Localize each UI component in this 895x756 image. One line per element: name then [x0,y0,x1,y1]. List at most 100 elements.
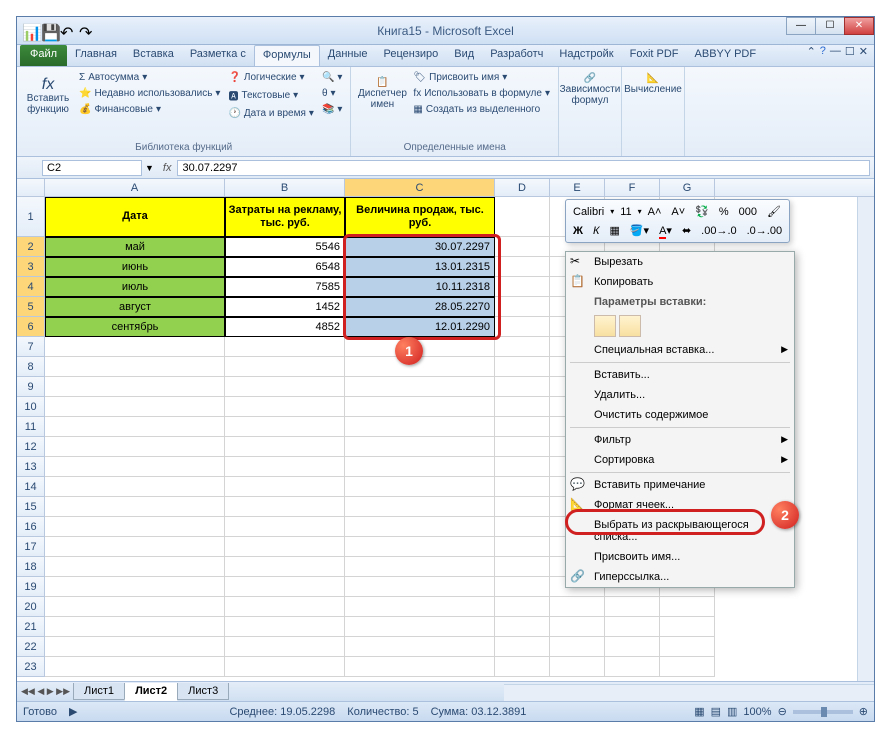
row-header[interactable]: 17 [17,537,45,557]
use-formula-button[interactable]: fxИспользовать в формуле ▾ [410,86,553,101]
cm-assign-name[interactable]: Присвоить имя... [566,547,794,567]
cm-delete[interactable]: Удалить... [566,385,794,405]
tab-formulas[interactable]: Формулы [254,45,320,66]
col-header-E[interactable]: E [550,179,605,196]
row-header[interactable]: 3 [17,257,45,277]
col-header-D[interactable]: D [495,179,550,196]
window-close-icon[interactable]: ✕ [859,45,868,58]
window-min-icon[interactable]: — [830,45,841,58]
zoom-slider[interactable] [793,710,853,714]
autosum-button[interactable]: ΣАвтосумма ▾ [76,70,223,85]
sheet-tab-2[interactable]: Лист2 [124,683,178,701]
row-header[interactable]: 5 [17,297,45,317]
row-header[interactable]: 11 [17,417,45,437]
size-combo[interactable]: 11 [616,204,635,220]
formula-input[interactable] [177,160,870,176]
cell[interactable]: Величина продаж, тыс. руб. [345,197,495,237]
comma-icon[interactable]: 000 [735,204,761,220]
worksheet[interactable]: A B C D E F G 1 Дата Затраты на рекламу,… [17,179,874,699]
cm-filter[interactable]: Фильтр▶ [566,430,794,450]
dropdown-icon[interactable]: ▼ [142,163,157,173]
row-header[interactable]: 4 [17,277,45,297]
cm-sort[interactable]: Сортировка▶ [566,450,794,470]
vertical-scrollbar[interactable] [857,197,874,699]
dec-decimal-icon[interactable]: .00→.0 [697,223,740,239]
insert-function-button[interactable]: fx Вставить функцию [22,70,74,121]
row-header[interactable]: 23 [17,657,45,677]
row-header[interactable]: 7 [17,337,45,357]
accounting-icon[interactable]: 💱 [691,203,713,220]
create-selection-button[interactable]: ▦Создать из выделенного [410,102,553,117]
row-header[interactable]: 21 [17,617,45,637]
logical-button[interactable]: ❓Логические ▾ [225,70,317,85]
close-button[interactable]: ✕ [844,17,874,35]
tab-layout[interactable]: Разметка с [182,45,254,66]
formula-deps-button[interactable]: 🔗 Зависимости формул [564,70,616,109]
lookup-button[interactable]: 🔍▾ [319,70,345,85]
tab-foxit[interactable]: Foxit PDF [622,45,687,66]
col-header-C[interactable]: C [345,179,495,196]
cm-paste-special[interactable]: Специальная вставка...▶ [566,340,794,360]
more-button[interactable]: 📚▾ [319,102,345,117]
cell[interactable]: 7585 [225,277,345,297]
sheet-tab-1[interactable]: Лист1 [73,683,125,700]
tab-review[interactable]: Рецензиро [376,45,447,66]
sheet-nav[interactable]: ◀◀ ◀ ▶ ▶▶ [17,686,74,697]
tab-view[interactable]: Вид [446,45,482,66]
col-header-F[interactable]: F [605,179,660,196]
format-painter-icon[interactable]: 🖌 [763,203,785,220]
row-header[interactable]: 8 [17,357,45,377]
cell[interactable]: 12.01.2290 [345,317,495,337]
paste-option-2[interactable] [619,315,641,337]
cell[interactable]: август [45,297,225,317]
macro-icon[interactable]: ▶ [69,705,77,718]
name-manager-button[interactable]: 📋 Диспетчер имен [356,70,408,117]
sheet-tab-3[interactable]: Лист3 [177,683,229,700]
assign-name-button[interactable]: 🏷Присвоить имя ▾ [410,70,553,85]
row-header[interactable]: 2 [17,237,45,257]
select-all-corner[interactable] [17,179,45,196]
file-tab[interactable]: Файл [20,45,67,66]
recent-button[interactable]: ⭐Недавно использовались ▾ [76,86,223,101]
calculation-button[interactable]: 📐 Вычисление [627,70,679,98]
paste-option-1[interactable] [594,315,616,337]
zoom-level[interactable]: 100% [743,706,771,718]
tab-developer[interactable]: Разработч [482,45,551,66]
border-icon[interactable]: ▦ [605,222,623,239]
row-header[interactable]: 19 [17,577,45,597]
cell[interactable]: 13.01.2315 [345,257,495,277]
minimize-ribbon-icon[interactable]: ⌃ [807,45,816,58]
row-header[interactable]: 9 [17,377,45,397]
cell[interactable]: 4852 [225,317,345,337]
window-restore-icon[interactable]: ☐ [845,45,855,58]
row-header[interactable]: 20 [17,597,45,617]
cell[interactable]: май [45,237,225,257]
cell[interactable]: июнь [45,257,225,277]
datetime-button[interactable]: 🕐Дата и время ▾ [225,106,317,121]
row-header[interactable]: 18 [17,557,45,577]
redo-icon[interactable]: ↷ [79,23,95,39]
row-header[interactable]: 12 [17,437,45,457]
cm-comment[interactable]: 💬Вставить примечание [566,475,794,495]
tab-abbyy[interactable]: ABBYY PDF [687,45,765,66]
financial-button[interactable]: 💰Финансовые ▾ [76,102,223,117]
row-header[interactable]: 6 [17,317,45,337]
tab-data[interactable]: Данные [320,45,376,66]
cell[interactable]: Дата [45,197,225,237]
math-button[interactable]: θ▾ [319,86,345,101]
col-header-G[interactable]: G [660,179,715,196]
cell[interactable]: июль [45,277,225,297]
zoom-in-icon[interactable]: ⊕ [859,705,868,718]
undo-icon[interactable]: ↶ [60,23,76,39]
tab-home[interactable]: Главная [67,45,125,66]
col-header-B[interactable]: B [225,179,345,196]
tab-addins[interactable]: Надстройк [551,45,621,66]
cell[interactable]: Затраты на рекламу, тыс. руб. [225,197,345,237]
cell[interactable]: сентябрь [45,317,225,337]
row-header[interactable]: 14 [17,477,45,497]
cm-cut[interactable]: ✂Вырезать [566,252,794,272]
font-combo[interactable]: Calibri [569,204,608,220]
help-icon[interactable]: ? [820,45,826,58]
view-layout-icon[interactable]: ▤ [711,705,721,718]
col-header-A[interactable]: A [45,179,225,196]
